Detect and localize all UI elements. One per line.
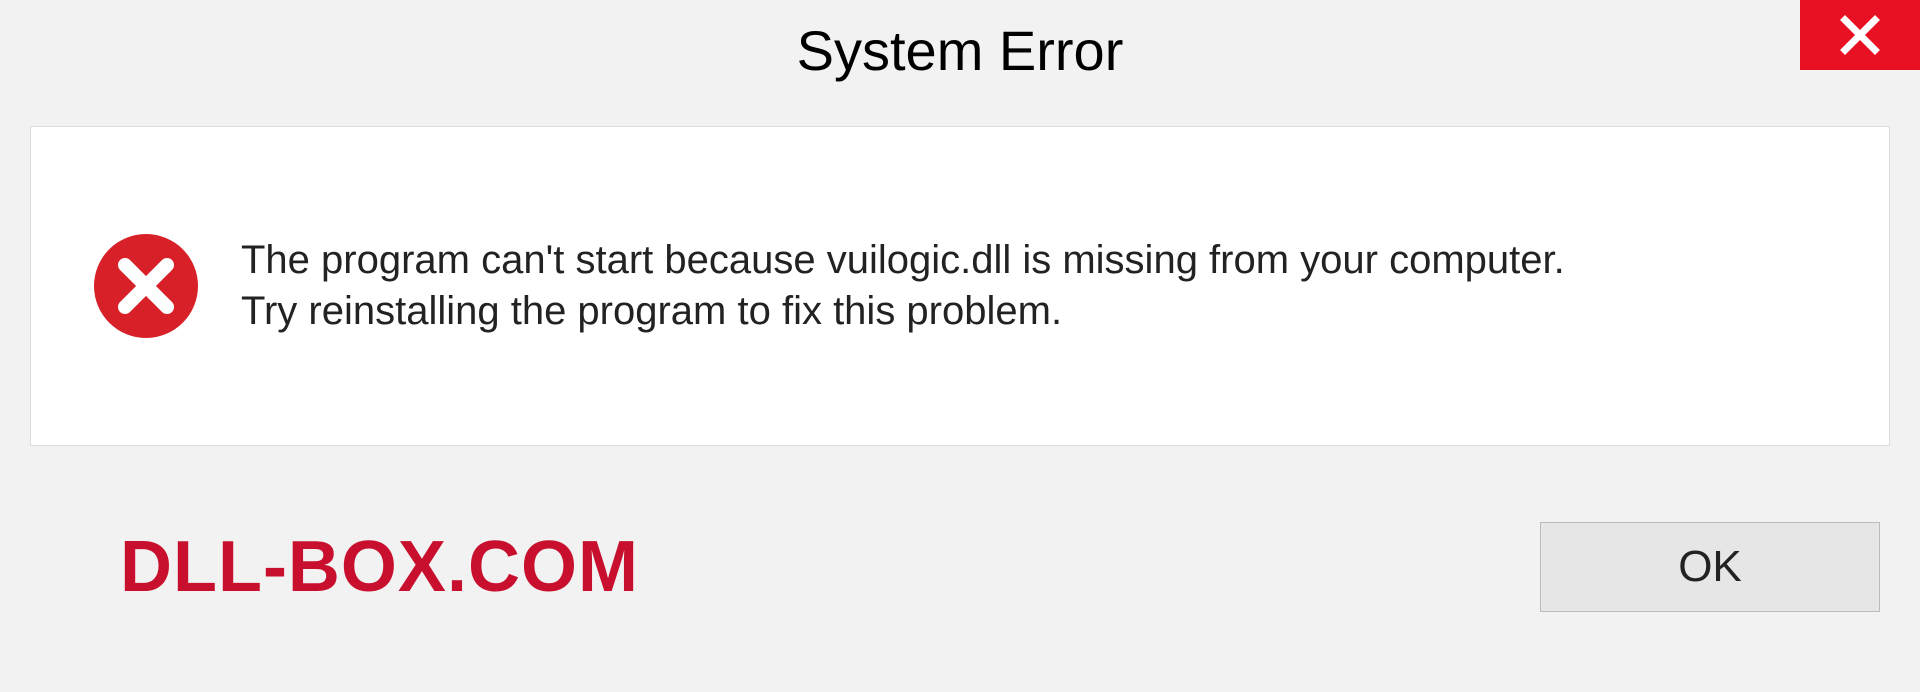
- error-icon: [91, 231, 201, 341]
- watermark-text: DLL-BOX.COM: [120, 526, 639, 608]
- close-button[interactable]: [1800, 0, 1920, 70]
- dialog-content: The program can't start because vuilogic…: [30, 126, 1890, 446]
- dialog-footer: DLL-BOX.COM OK: [0, 482, 1920, 692]
- error-message: The program can't start because vuilogic…: [241, 235, 1565, 337]
- close-icon: [1839, 14, 1881, 56]
- ok-button[interactable]: OK: [1540, 522, 1880, 612]
- dialog-title: System Error: [797, 18, 1124, 83]
- dialog-titlebar: System Error: [0, 0, 1920, 96]
- ok-button-label: OK: [1678, 542, 1742, 592]
